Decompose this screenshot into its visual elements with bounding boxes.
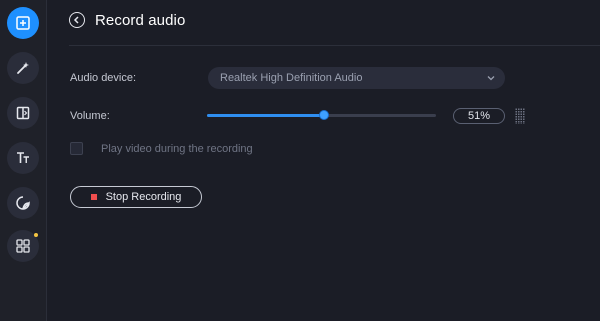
stop-recording-label: Stop Recording bbox=[105, 191, 182, 203]
audio-device-label: Audio device: bbox=[70, 72, 137, 84]
chevron-down-icon bbox=[487, 73, 495, 85]
header-divider bbox=[69, 45, 600, 46]
sidebar-item-import[interactable] bbox=[7, 7, 39, 39]
volume-value-field[interactable]: 51% bbox=[453, 108, 505, 124]
add-media-icon bbox=[15, 15, 31, 31]
notification-dot bbox=[34, 233, 38, 237]
volume-slider[interactable] bbox=[207, 109, 436, 121]
stickers-icon bbox=[15, 195, 31, 211]
back-button[interactable] bbox=[69, 12, 85, 28]
play-video-checkbox[interactable] bbox=[70, 142, 83, 155]
stop-icon bbox=[90, 194, 97, 200]
sidebar-item-transitions[interactable] bbox=[7, 97, 39, 129]
header: Record audio bbox=[69, 10, 185, 30]
sidebar-item-titles[interactable] bbox=[7, 142, 39, 174]
sidebar bbox=[0, 0, 47, 321]
magic-wand-icon bbox=[15, 60, 31, 76]
audio-device-select[interactable]: Realtek High Definition Audio bbox=[208, 67, 505, 89]
audio-device-value: Realtek High Definition Audio bbox=[220, 72, 363, 84]
sidebar-item-filters[interactable] bbox=[7, 52, 39, 84]
play-video-label: Play video during the recording bbox=[101, 143, 253, 155]
back-arrow-icon bbox=[73, 11, 81, 29]
volume-value: 51% bbox=[467, 110, 491, 122]
level-meter bbox=[515, 108, 525, 124]
titles-icon bbox=[15, 150, 31, 166]
volume-slider-fill bbox=[207, 114, 324, 117]
volume-slider-thumb[interactable] bbox=[318, 110, 329, 120]
page-title: Record audio bbox=[95, 11, 186, 29]
record-audio-panel: Record audio Audio device: Realtek High … bbox=[47, 0, 600, 321]
stop-recording-button[interactable]: Stop Recording bbox=[70, 186, 202, 208]
more-tools-icon bbox=[15, 238, 31, 254]
volume-label: Volume: bbox=[70, 110, 110, 122]
sidebar-item-more-tools[interactable] bbox=[7, 230, 39, 262]
transitions-icon bbox=[15, 105, 31, 121]
sidebar-item-stickers[interactable] bbox=[7, 187, 39, 219]
